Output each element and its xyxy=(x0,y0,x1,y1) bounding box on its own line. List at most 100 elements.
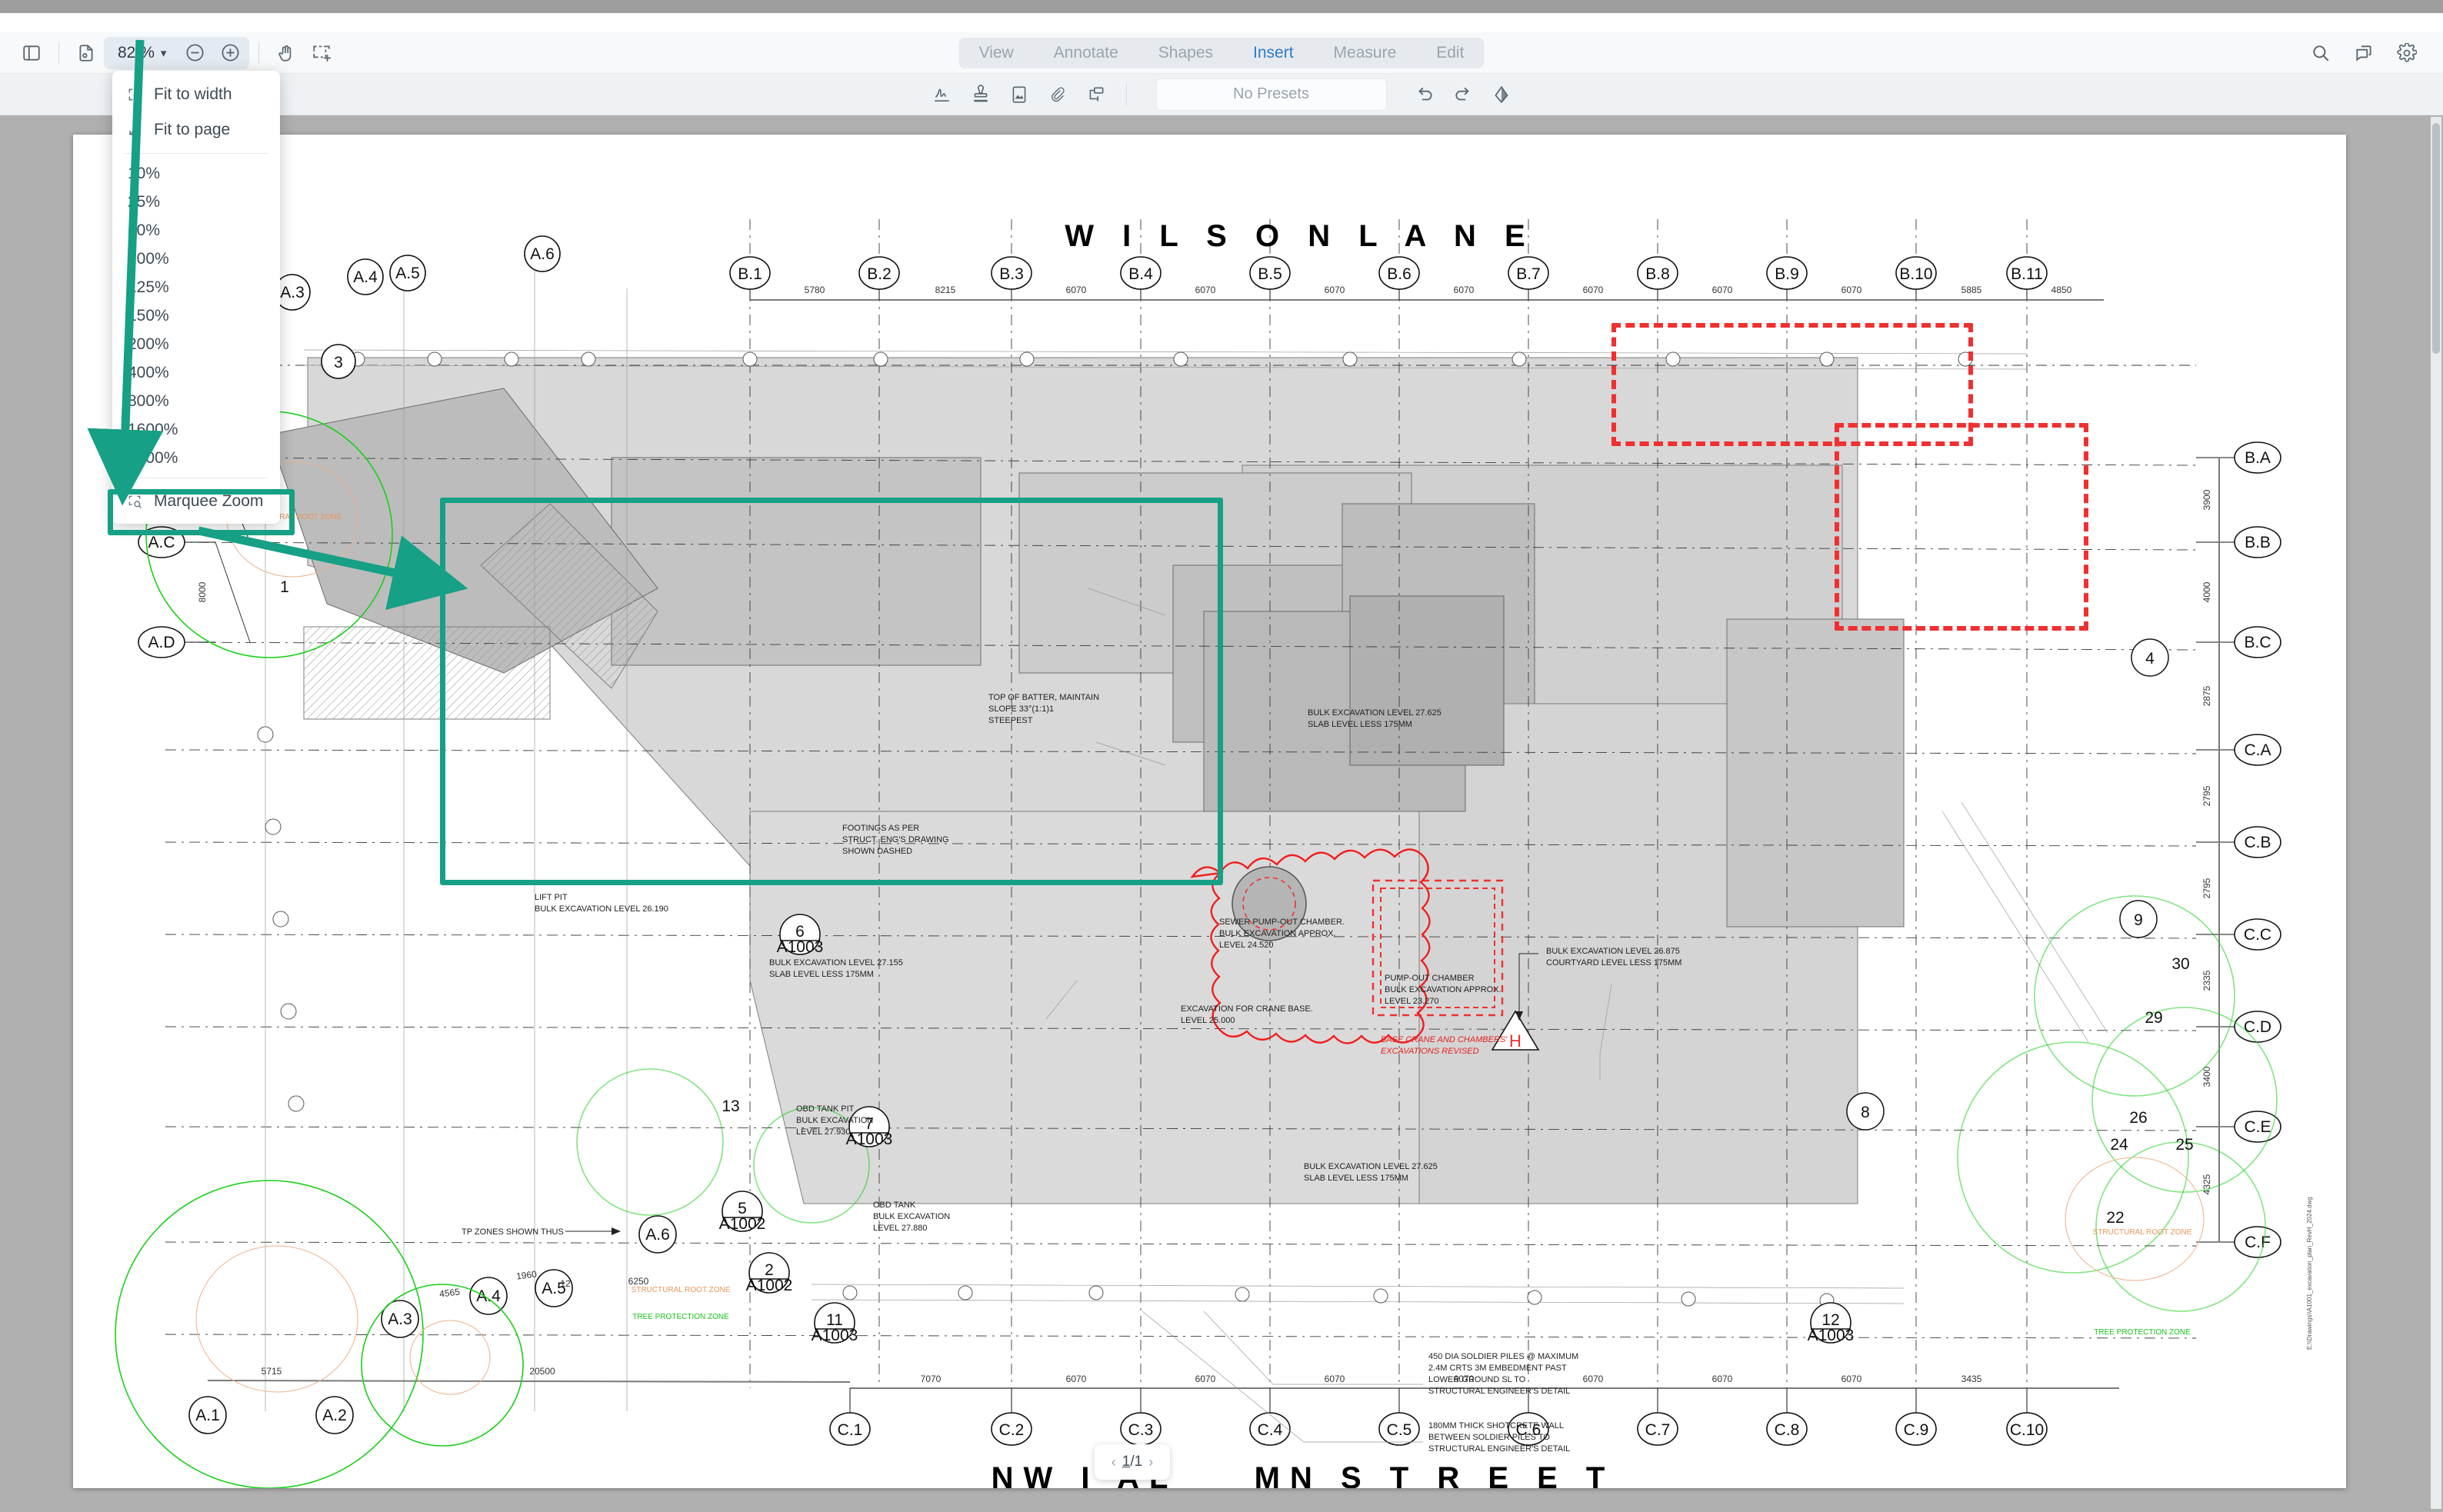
zoom-dropdown-menu: Fit to width Fit to page 10% 25% 50% 100% 12… xyxy=(112,71,280,524)
signature-icon[interactable] xyxy=(925,79,960,110)
comments-icon[interactable] xyxy=(2346,38,2381,68)
menu-item-zoom-1600[interactable]: 1600% xyxy=(112,415,280,444)
zoom-level-label: 10% xyxy=(128,164,161,182)
grid-label-top: B.1 xyxy=(738,265,762,283)
zoom-out-icon[interactable] xyxy=(177,38,212,68)
note-obdtank: OBD TANK xyxy=(873,1201,916,1210)
total-pages: 1 xyxy=(1134,1454,1143,1470)
settings-gear-icon[interactable] xyxy=(2389,38,2425,68)
zoom-level-label: 125% xyxy=(128,278,169,296)
undo-icon[interactable] xyxy=(1407,79,1442,110)
excavation-masses xyxy=(268,357,1905,1204)
grid-label-right: C.B xyxy=(2244,834,2271,851)
grid-dimension-top: 5885 xyxy=(1961,285,1982,295)
window-top-strip xyxy=(0,0,2443,13)
svg-text:A1002: A1002 xyxy=(746,1277,793,1294)
tab-edit[interactable]: Edit xyxy=(1416,38,1484,68)
menu-item-zoom-200[interactable]: 200% xyxy=(112,330,280,358)
note-soldier-piles: 450 DIA SOLDIER PILES @ MAXIMUM xyxy=(1428,1352,1578,1361)
grid-label-top: B.6 xyxy=(1387,265,1411,283)
tab-annotate[interactable]: Annotate xyxy=(1034,38,1138,68)
grid-label-bottom: C.1 xyxy=(838,1421,863,1439)
grid-label-left: A.C xyxy=(148,534,175,551)
presets-field[interactable]: No Presets xyxy=(1155,78,1387,111)
detail-callout-11: 11 A1003 xyxy=(812,1302,858,1344)
grid-dimension-top: 4850 xyxy=(2051,285,2072,295)
vertical-scrollbar[interactable] xyxy=(2431,117,2441,1509)
grid-label-bottom: C.9 xyxy=(1904,1421,1929,1439)
page-navigation[interactable]: ‹ 1/1 › xyxy=(1095,1444,1170,1480)
toolbar-divider-1 xyxy=(58,42,59,64)
eraser-icon[interactable] xyxy=(1484,79,1519,110)
menu-item-marquee-zoom[interactable]: Marquee Zoom xyxy=(112,484,280,519)
sheet-side-text: E:\\Drawings\\A1001_excavation_plan_RevH… xyxy=(2306,1197,2313,1350)
grid-label-top: B.5 xyxy=(1258,265,1282,283)
tab-shapes[interactable]: Shapes xyxy=(1138,38,1233,68)
next-page-button[interactable]: › xyxy=(1148,1454,1153,1470)
menu-item-zoom-150[interactable]: 150% xyxy=(112,301,280,330)
vertical-scrollbar-thumb[interactable] xyxy=(2432,123,2440,354)
detail-callout-4: 4 xyxy=(2131,638,2169,677)
note-liftpit: LIFT PIT xyxy=(535,893,568,902)
secondary-toolbar: No Presets xyxy=(0,74,2443,115)
menu-item-fit-to-page[interactable]: Fit to page xyxy=(112,112,280,148)
grid-dimension-bottom: 6070 xyxy=(1841,1374,1862,1384)
grid-label-lower-left: A.2 xyxy=(322,1407,347,1424)
zoom-levels-list: 10% 25% 50% 100% 125% 150% 200% 400% 800% 1600% 64… xyxy=(112,159,280,472)
menu-item-fit-to-width[interactable]: Fit to width xyxy=(112,77,280,112)
grid-dimension-top: 6070 xyxy=(1325,285,1345,295)
zoom-level-label: 6400% xyxy=(128,448,178,467)
tree-number-22: 22 xyxy=(2106,1209,2124,1227)
menu-item-zoom-25[interactable]: 25% xyxy=(112,188,280,216)
grid-label-upper-left: A.3 xyxy=(280,284,305,301)
note-crane: LEVEL 25.000 xyxy=(1181,1016,1235,1025)
grid-dimension-right: 4325 xyxy=(2201,1174,2212,1194)
search-icon[interactable] xyxy=(2303,38,2338,68)
tree-protection-zone-label-1: TREE PROTECTION ZONE xyxy=(632,1313,729,1321)
marquee-zoom-icon xyxy=(126,493,143,510)
note-pumpout: PUMP-OUT CHAMBER xyxy=(1385,974,1475,983)
image-icon[interactable] xyxy=(1002,79,1037,110)
grid-label-bottom: C.8 xyxy=(1775,1421,1800,1439)
note-shotcrete: 180MM THICK SHOTCRETE WALL xyxy=(1428,1421,1564,1430)
page-settings-icon[interactable] xyxy=(68,38,104,68)
menu-item-zoom-6400[interactable]: 6400% xyxy=(112,444,280,472)
zoom-level-label: 50% xyxy=(128,221,161,239)
grid-label-right: B.A xyxy=(2245,449,2271,467)
document-viewport[interactable]: W I L S O N L A N E B.1 5780 B.2 8215 B.3 607… xyxy=(0,115,2443,1512)
redo-icon[interactable] xyxy=(1445,79,1481,110)
pan-hand-icon[interactable] xyxy=(268,38,304,68)
menu-label-fit-to-width: Fit to width xyxy=(154,85,232,103)
zoom-level-label: 1600% xyxy=(128,420,178,438)
grid-dimension-top: 6070 xyxy=(1454,285,1475,295)
stamp-icon[interactable] xyxy=(963,79,998,110)
grid-dimension-ll-1: 20500 xyxy=(529,1366,555,1377)
attachment-icon[interactable] xyxy=(1040,79,1075,110)
menu-item-zoom-400[interactable]: 400% xyxy=(112,358,280,387)
grid-label-bottom: C.7 xyxy=(1645,1421,1671,1439)
zoom-level-dropdown[interactable]: 82 % ▾ xyxy=(105,38,177,68)
menu-item-zoom-125[interactable]: 125% xyxy=(112,273,280,301)
grid-dimension-top: 6070 xyxy=(1841,285,1862,295)
menu-item-zoom-800[interactable]: 800% xyxy=(112,387,280,415)
svg-text:8: 8 xyxy=(1861,1104,1870,1121)
svg-text:A1002: A1002 xyxy=(719,1215,766,1233)
grid-dimension-ll-5: 12 xyxy=(560,1278,571,1289)
tab-insert[interactable]: Insert xyxy=(1233,38,1314,68)
svg-text:A1003: A1003 xyxy=(812,1327,858,1344)
grid-dimension-bottom: 6070 xyxy=(1325,1374,1345,1384)
callout-icon[interactable] xyxy=(1078,79,1114,110)
menu-item-zoom-50[interactable]: 50% xyxy=(112,216,280,245)
prev-page-button[interactable]: ‹ xyxy=(1112,1454,1116,1470)
note-soldier-piles: LOWER GROUND SL TO xyxy=(1428,1375,1526,1384)
svg-text:4: 4 xyxy=(2145,650,2155,668)
marquee-select-icon[interactable] xyxy=(304,38,339,68)
note-bulk-1: SLAB LEVEL LESS 175MM xyxy=(769,970,874,979)
tab-measure[interactable]: Measure xyxy=(1314,38,1417,68)
sidebar-panel-icon[interactable] xyxy=(14,38,49,68)
menu-item-zoom-10[interactable]: 10% xyxy=(112,159,280,188)
grid-label-top: B.10 xyxy=(1899,265,1932,283)
tab-view[interactable]: View xyxy=(959,38,1034,68)
menu-item-zoom-100[interactable]: 100% xyxy=(112,245,280,273)
zoom-in-icon[interactable] xyxy=(212,38,248,68)
